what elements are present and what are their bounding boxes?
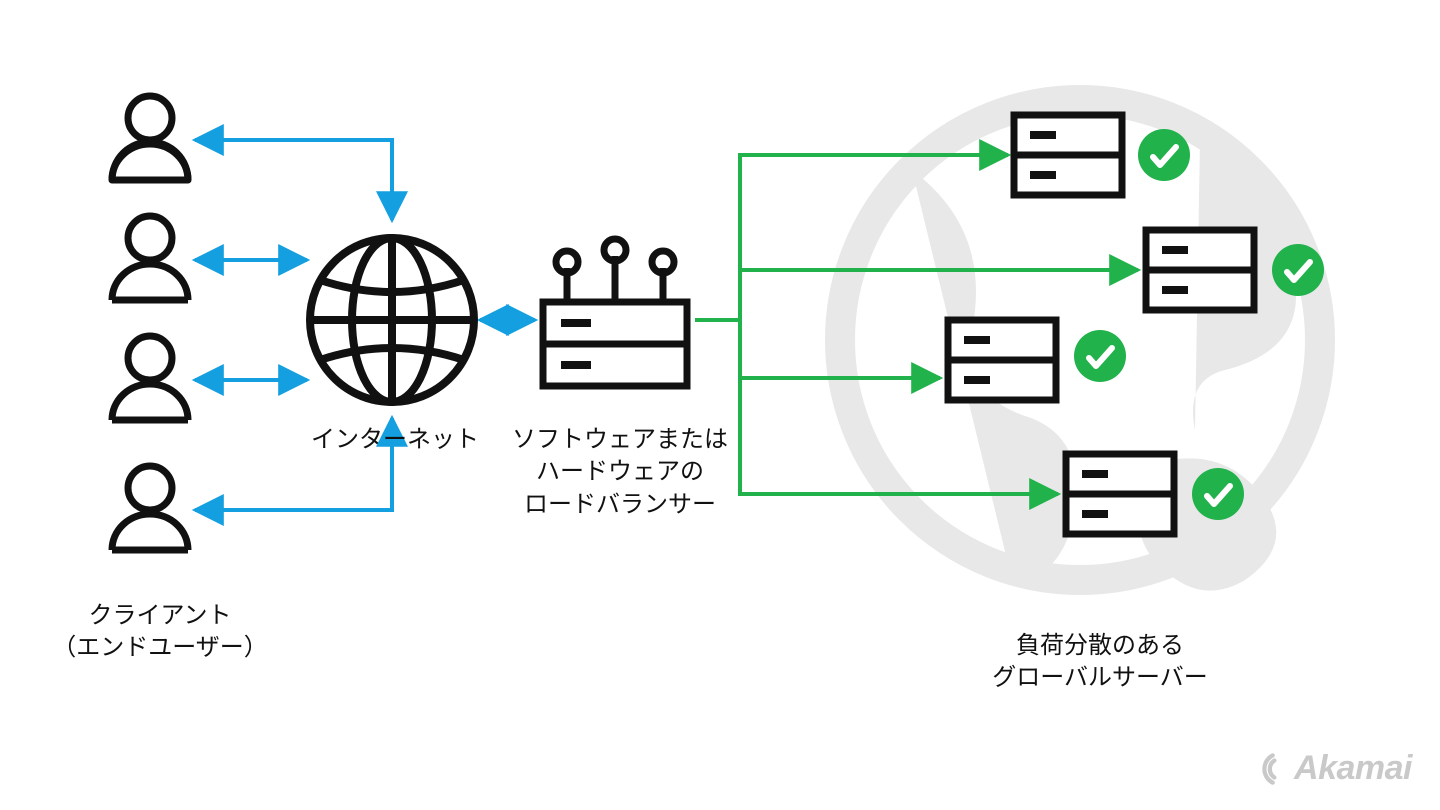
edges-green <box>695 155 1138 494</box>
load-balancer-icon <box>543 239 687 386</box>
check-badge-icon <box>1272 244 1324 296</box>
person-icon <box>112 216 188 300</box>
person-icon <box>112 336 188 420</box>
server-icon <box>1066 454 1174 534</box>
internet-label: インターネット <box>300 424 490 456</box>
servers-label: 負荷分散のある グローバルサーバー <box>960 630 1240 695</box>
check-badge-icon <box>1138 129 1190 181</box>
server-icon <box>1146 230 1254 310</box>
edge-lb-server3 <box>695 320 940 378</box>
check-badge-icon <box>1192 468 1244 520</box>
globe-icon <box>310 238 474 402</box>
brand-logo: Akamai <box>1254 749 1412 788</box>
clients-label: クライアント （エンドユーザー） <box>40 600 280 665</box>
brand-text: Akamai <box>1294 749 1412 788</box>
diagram-stage: クライアント （エンドユーザー） インターネット ソフトウェアまたは ハードウェ… <box>0 0 1440 810</box>
loadbalancer-label: ソフトウェアまたは ハードウェアの ロードバランサー <box>500 424 740 521</box>
server-icon <box>948 320 1056 400</box>
edge-client1-internet <box>195 140 392 220</box>
edge-lb-server2 <box>695 270 1138 320</box>
person-icon <box>112 96 188 180</box>
clients-group <box>112 96 188 550</box>
server-icon <box>1014 115 1122 195</box>
check-badge-icon <box>1074 330 1126 382</box>
brand-swoosh-icon <box>1254 752 1288 786</box>
person-icon <box>112 466 188 550</box>
